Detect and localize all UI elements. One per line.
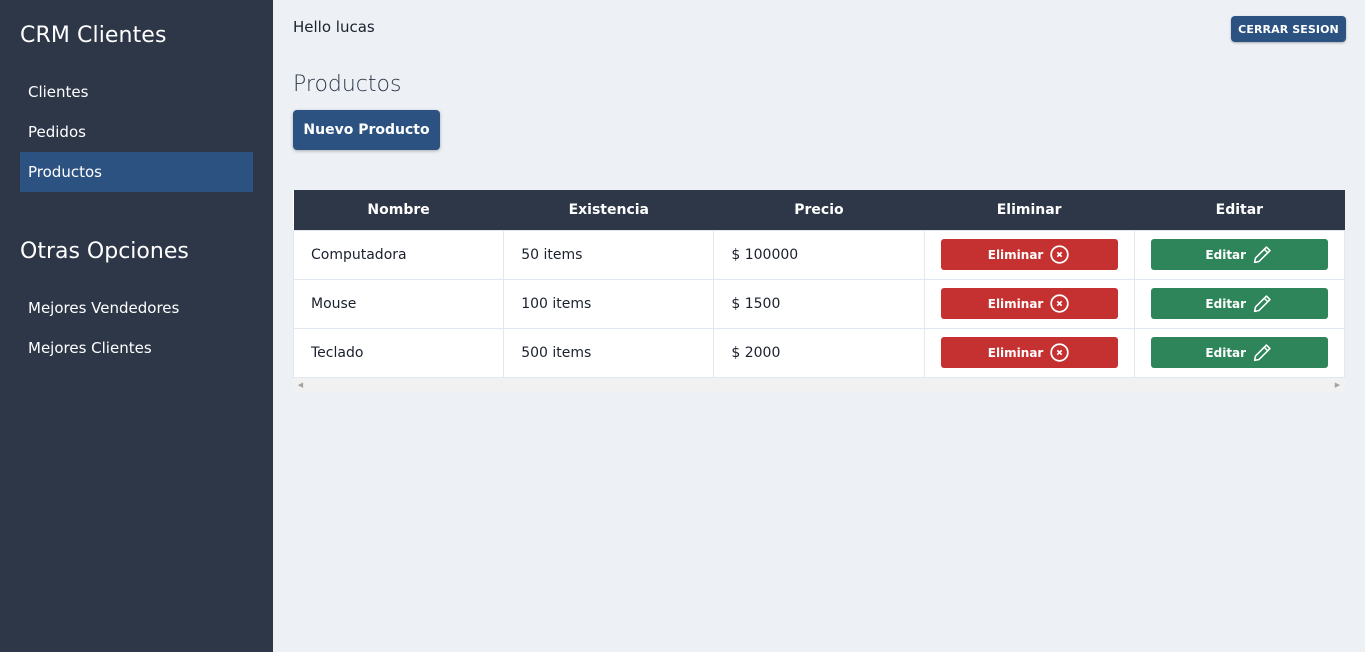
delete-button[interactable]: Eliminar [940, 239, 1118, 270]
page-title: Productos [293, 72, 402, 97]
scroll-left-arrow-icon[interactable]: ◀ [293, 378, 308, 393]
column-header-editar: Editar [1215, 201, 1264, 218]
pencil-icon [1253, 295, 1271, 313]
cell-editar: Editar [1133, 229, 1346, 280]
sidebar-item-mejores-vendedores[interactable]: Mejores Vendedores [20, 288, 253, 328]
cell-precio: $ 100000 [713, 229, 925, 280]
cell-eliminar: Eliminar [923, 278, 1135, 329]
cell-existencia: 100 items [503, 278, 715, 329]
brand-title: CRM Clientes [20, 23, 167, 48]
greeting-text: Hello lucas [293, 18, 375, 36]
cell-nombre: Teclado [292, 327, 505, 378]
new-product-button[interactable]: Nuevo Producto [293, 110, 440, 150]
edit-button[interactable]: Editar [1150, 239, 1328, 270]
edit-button[interactable]: Editar [1150, 288, 1328, 319]
edit-button-label: Editar [1205, 345, 1247, 360]
delete-button-label: Eliminar [987, 296, 1044, 311]
main-nav: Clientes Pedidos Productos [20, 72, 253, 192]
column-header-precio: Precio [794, 201, 844, 218]
products-table-container: Nombre Existencia Precio Eliminar Editar… [292, 190, 1346, 393]
section-title-otras-opciones: Otras Opciones [20, 239, 189, 264]
table-row: Mouse 100 items $ 1500 Eliminar Editar [292, 278, 1346, 329]
sidebar-item-clientes[interactable]: Clientes [20, 72, 253, 112]
cell-precio: $ 1500 [713, 278, 925, 329]
edit-button-label: Editar [1205, 247, 1247, 262]
cell-eliminar: Eliminar [923, 229, 1135, 280]
cell-editar: Editar [1133, 327, 1346, 378]
pencil-icon [1253, 344, 1271, 362]
cell-eliminar: Eliminar [923, 327, 1135, 378]
table-header-row: Nombre Existencia Precio Eliminar Editar [293, 190, 1345, 230]
table-row: Computadora 50 items $ 100000 Eliminar E… [292, 229, 1346, 280]
x-circle-icon [1050, 294, 1070, 313]
scroll-right-arrow-icon[interactable]: ▶ [1330, 378, 1345, 393]
delete-button[interactable]: Eliminar [940, 288, 1118, 319]
table-row: Teclado 500 items $ 2000 Eliminar Editar [292, 327, 1346, 378]
horizontal-scrollbar[interactable]: ◀ ▶ [293, 377, 1345, 393]
cell-nombre: Mouse [292, 278, 505, 329]
secondary-nav: Mejores Vendedores Mejores Clientes [20, 288, 253, 368]
cell-existencia: 50 items [503, 229, 715, 280]
column-header-existencia: Existencia [568, 201, 649, 218]
cell-nombre: Computadora [292, 229, 505, 280]
sidebar-item-mejores-clientes[interactable]: Mejores Clientes [20, 328, 253, 368]
main-content: Hello lucas CERRAR SESION Productos Nuev… [273, 0, 1365, 652]
cell-existencia: 500 items [503, 327, 715, 378]
column-header-eliminar: Eliminar [996, 201, 1062, 218]
logout-button[interactable]: CERRAR SESION [1231, 16, 1346, 42]
column-header-nombre: Nombre [367, 201, 430, 218]
cell-precio: $ 2000 [713, 327, 925, 378]
edit-button[interactable]: Editar [1150, 337, 1328, 368]
x-circle-icon [1050, 343, 1070, 362]
sidebar-item-pedidos[interactable]: Pedidos [20, 112, 253, 152]
products-table: Nombre Existencia Precio Eliminar Editar… [292, 190, 1346, 378]
edit-button-label: Editar [1205, 296, 1247, 311]
sidebar-item-productos[interactable]: Productos [20, 152, 253, 192]
delete-button-label: Eliminar [987, 247, 1044, 262]
cell-editar: Editar [1133, 278, 1346, 329]
delete-button-label: Eliminar [987, 345, 1044, 360]
delete-button[interactable]: Eliminar [940, 337, 1118, 368]
sidebar: CRM Clientes Clientes Pedidos Productos … [0, 0, 273, 652]
x-circle-icon [1050, 245, 1070, 264]
pencil-icon [1253, 246, 1271, 264]
